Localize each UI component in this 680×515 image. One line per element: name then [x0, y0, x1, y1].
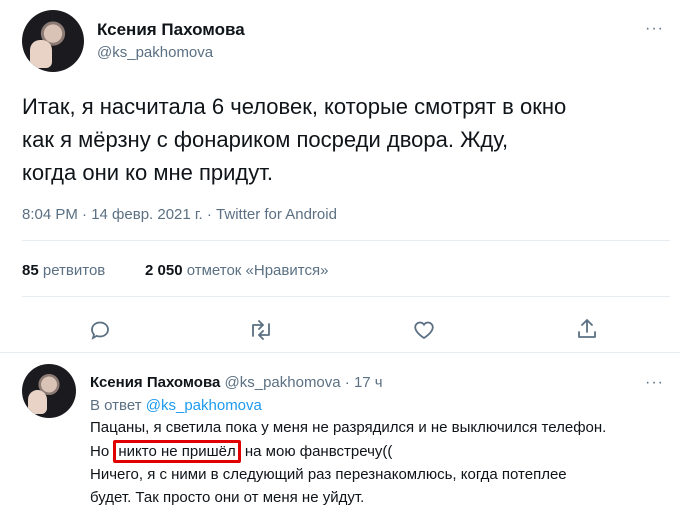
likes-label: отметок «Нравится»	[186, 262, 329, 279]
avatar-hand-graphic	[30, 40, 52, 68]
author-handle[interactable]: @ks_pakhomova	[97, 44, 213, 61]
likes-count: 2 050	[145, 262, 183, 279]
divider	[22, 240, 670, 241]
highlighted-phrase: никто не пришёл	[113, 440, 241, 463]
share-icon[interactable]	[575, 317, 599, 341]
retweets-stat[interactable]: 85 ретвитов	[22, 262, 105, 279]
avatar-hand-graphic	[28, 390, 47, 414]
reply-text-line-3: Ничего, я с ними в следующий раз перезна…	[90, 466, 567, 483]
reply-author-handle[interactable]: @ks_pakhomova	[225, 374, 341, 391]
reply-text-line-1: Пацаны, я светила пока у меня не разряди…	[90, 419, 607, 436]
reply-time[interactable]: · 17 ч	[345, 374, 383, 391]
author-avatar[interactable]	[22, 10, 84, 72]
divider	[22, 296, 670, 297]
reply-to-link[interactable]: @ks_pakhomova	[146, 397, 262, 414]
reply-text-line-4: будет. Так просто они от меня не уйдут.	[90, 489, 365, 506]
tweet-meta: 8:04 PM · 14 февр. 2021 г. · Twitter for…	[22, 206, 337, 223]
more-options-icon[interactable]: ···	[645, 20, 664, 38]
reply-line-2-start: Но	[90, 443, 114, 460]
comment-icon[interactable]	[88, 318, 112, 342]
reply-author-avatar[interactable]	[22, 364, 76, 418]
reply-header: Ксения Пахомова @ks_pakhomova · 17 ч	[90, 374, 383, 391]
retweets-count: 85	[22, 262, 39, 279]
reply-text-line-2: Но никто не пришёл на мою фанвстречу((	[90, 440, 393, 463]
reply-context: В ответ @ks_pakhomova	[90, 397, 262, 414]
retweets-label: ретвитов	[42, 262, 106, 279]
likes-stat[interactable]: 2 050 отметок «Нравится»	[145, 262, 328, 279]
retweet-icon[interactable]	[248, 318, 274, 342]
reply-author-name[interactable]: Ксения Пахомова	[90, 374, 220, 391]
divider	[0, 352, 680, 353]
reply-prefix: В ответ	[90, 397, 142, 414]
reply-line-2-end: на мою фанвстречу((	[240, 443, 393, 460]
author-name[interactable]: Ксения Пахомова	[97, 20, 245, 40]
reply-more-options-icon[interactable]: ···	[645, 374, 664, 392]
tweet-text-line-3: когда они ко мне придут.	[22, 160, 273, 185]
tweet-text-line-1: Итак, я насчитала 6 человек, которые смо…	[22, 94, 567, 119]
tweet-text-line-2: как я мёрзну с фонариком посреди двора. …	[22, 127, 509, 152]
heart-icon[interactable]	[412, 318, 436, 342]
